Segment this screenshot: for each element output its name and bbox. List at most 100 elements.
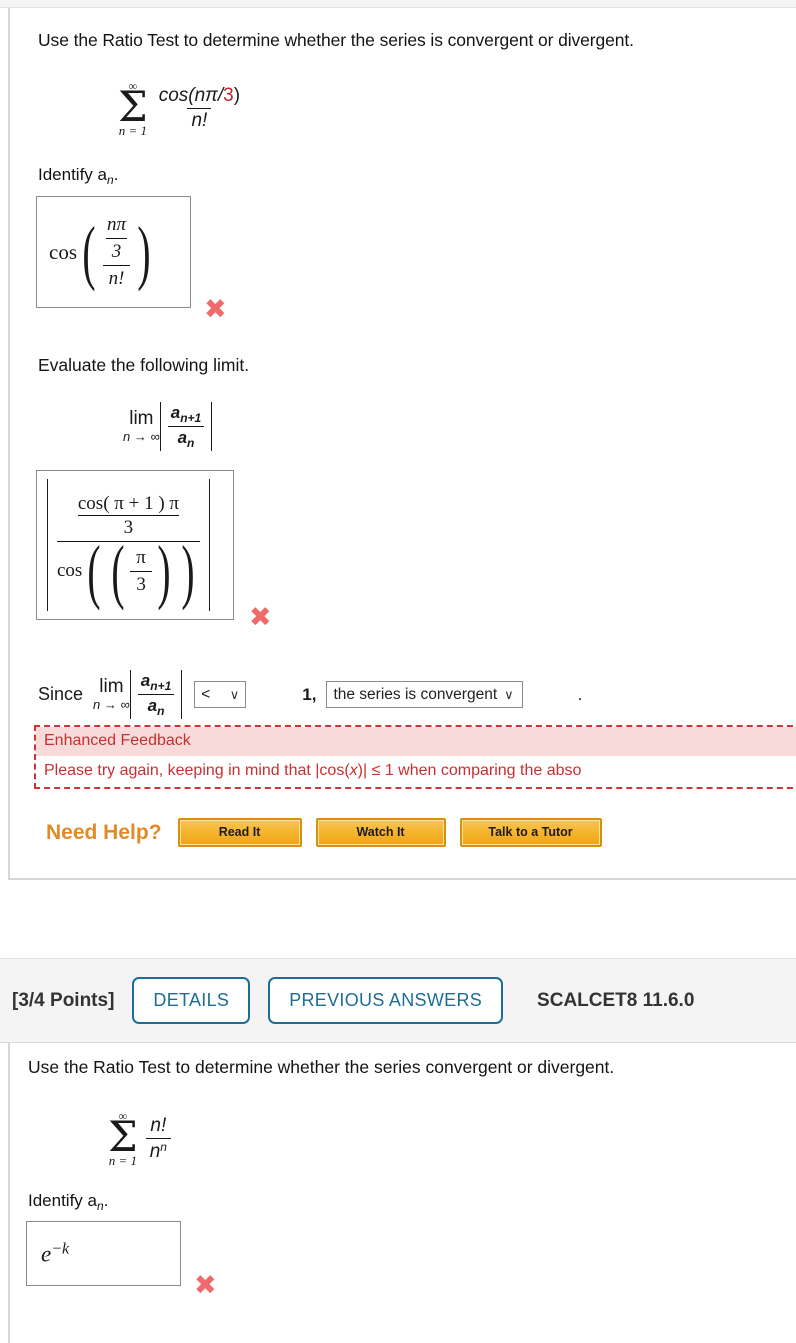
feedback-text-2: )| ≤ 1 when comparing the abso	[357, 762, 582, 779]
conclusion-select[interactable]: the series is convergent ∨	[326, 681, 523, 708]
answer-input-2[interactable]: cos( π + 1 ) π 3 cos ( ( π 3 ) )	[36, 470, 234, 620]
lim-word: lim	[129, 408, 154, 430]
sigma-notation: ∞ Σ n = 1	[118, 80, 148, 137]
ratio-denominator-2: an	[145, 695, 168, 719]
lim-word-2: lim	[99, 676, 124, 698]
feedback-variable: x	[349, 762, 358, 779]
question-panel-1: Use the Ratio Test to determine whether …	[8, 8, 796, 880]
details-button[interactable]: DETAILS	[132, 977, 251, 1024]
answer-1-inner-numerator: nπ	[101, 212, 132, 238]
one-label: 1,	[302, 684, 317, 704]
evaluate-limit-label: Evaluate the following limit.	[38, 355, 250, 375]
cos-function-label: cos	[49, 239, 77, 264]
incorrect-icon-2: ✖	[249, 602, 272, 633]
previous-answers-button[interactable]: PREVIOUS ANSWERS	[268, 977, 504, 1024]
limit-operator-2: lim n → ∞	[93, 677, 130, 712]
need-help-row: Need Help? Read It Watch It Talk to a Tu…	[46, 818, 616, 847]
series-denominator: n!	[187, 108, 212, 132]
answer-2-inner-num: π	[136, 546, 146, 568]
den-exponent: n	[160, 1139, 167, 1154]
answer-input-1[interactable]: cos ( nπ 3 n! )	[36, 196, 191, 308]
limit-expression-2: lim n → ∞ an+1 an	[93, 670, 183, 719]
absolute-value-bars: an+1 an	[159, 402, 213, 451]
conclusion-row: Since lim n → ∞ an+1 an < ∨ 1, the serie…	[38, 670, 582, 719]
answer-2-abs-bars: cos( π + 1 ) π 3 cos ( ( π 3 ) )	[47, 479, 210, 611]
limit-expression-1: lim n → ∞ an+1 an	[123, 402, 213, 451]
identify-text: Identify a	[38, 165, 107, 184]
need-help-label: Need Help?	[46, 820, 162, 844]
question-reference: SCALCET8 11.6.0	[537, 989, 695, 1011]
lim-subscript-2: n → ∞	[93, 697, 130, 713]
feedback-body: Please try again, keeping in mind that |…	[36, 756, 796, 787]
identify-label-1: Identify an.	[38, 165, 118, 187]
identify-subscript-2: n	[97, 1199, 104, 1213]
ratio-denominator: an	[175, 427, 198, 451]
ratio-fraction: an+1 an	[167, 402, 205, 451]
question-header-2: [3/4 Points] DETAILS PREVIOUS ANSWERS SC…	[0, 958, 796, 1043]
identify-period: .	[113, 165, 119, 184]
read-it-button[interactable]: Read It	[177, 818, 302, 847]
answer-1-fraction: nπ 3 n!	[101, 212, 132, 292]
answer-3-exponent: −k	[51, 1240, 70, 1257]
numerator-text: cos(nπ/	[158, 85, 224, 107]
chevron-down-icon-2: ∨	[504, 686, 514, 702]
a-sub-den: n	[187, 436, 195, 450]
den-base: n	[149, 1140, 161, 1162]
incorrect-icon-1: ✖	[204, 294, 227, 325]
comparison-select[interactable]: < ∨	[194, 681, 247, 708]
series-denominator-2: nn	[145, 1137, 171, 1163]
answer-3-base: e	[41, 1241, 52, 1266]
question-prompt-2: Use the Ratio Test to determine whether …	[28, 1057, 615, 1077]
identify-label-2: Identify an.	[28, 1191, 108, 1213]
series-numerator-2: n!	[150, 1114, 167, 1136]
feedback-text-1: Please try again, keeping in mind that |…	[44, 762, 350, 779]
sigma-lower-limit: n = 1	[118, 123, 147, 139]
a-var-num-2: a	[140, 671, 151, 690]
limit-operator: lim n → ∞	[123, 409, 160, 444]
series-expression-2: ∞ Σ n = 1 n! nn	[108, 1110, 171, 1167]
sigma-lower-limit-2: n = 1	[108, 1153, 137, 1169]
comparison-select-value: <	[201, 685, 211, 703]
since-label: Since	[38, 684, 84, 704]
answer-3-expression: e−k	[41, 1240, 69, 1267]
cos-arg-top: ( π + 1 ) π	[103, 492, 179, 514]
series-term-2: n! nn	[145, 1114, 171, 1163]
series-term: cos(nπ/3) n!	[155, 85, 244, 132]
a-sub-den-2: n	[157, 704, 165, 718]
ratio-numerator: an+1	[167, 402, 205, 427]
cos-label-top: cos	[77, 492, 104, 514]
points-badge: [3/4 Points]	[12, 989, 115, 1011]
sigma-notation-2: ∞ Σ n = 1	[108, 1110, 138, 1167]
answer-1-inner-mid: 3	[105, 238, 128, 265]
feedback-title: Enhanced Feedback	[36, 727, 796, 756]
series-expression-1: ∞ Σ n = 1 cos(nπ/3) n!	[118, 80, 244, 137]
watch-it-button[interactable]: Watch It	[315, 818, 446, 847]
sigma-glyph-2: Σ	[108, 1112, 138, 1161]
talk-to-a-tutor-button[interactable]: Talk to a Tutor	[459, 818, 602, 847]
ratio-numerator-2: an+1	[137, 670, 175, 695]
identify-period-2: .	[103, 1191, 109, 1210]
cos-label-bottom: cos	[57, 560, 83, 581]
absolute-value-bars-2: an+1 an	[129, 670, 183, 719]
identify-text-2: Identify a	[28, 1191, 97, 1210]
question-prompt-1: Use the Ratio Test to determine whether …	[38, 30, 634, 50]
answer-2-inner-fraction: π 3	[130, 545, 152, 598]
question-panel-2	[8, 1043, 796, 1343]
answer-input-3[interactable]: e−k	[26, 1221, 181, 1286]
answer-2-inner-den: 3	[130, 570, 152, 598]
sigma-glyph: Σ	[118, 82, 148, 131]
a-sub-num: n+1	[180, 411, 202, 425]
ratio-fraction-2: an+1 an	[137, 670, 175, 719]
trailing-period: .	[577, 684, 583, 704]
lim-subscript: n → ∞	[123, 429, 160, 445]
answer-1-inner-denominator: n!	[102, 265, 131, 292]
answer-2-top-numerator: cos( π + 1 ) π	[78, 493, 179, 515]
answer-1-expression: cos ( nπ 3 n! )	[49, 212, 151, 292]
a-sub-num-2: n+1	[150, 679, 172, 693]
a-var-num: a	[170, 403, 181, 422]
answer-2-expression: cos( π + 1 ) π 3 cos ( ( π 3 ) )	[57, 493, 200, 607]
conclusion-select-value: the series is convergent	[333, 685, 498, 703]
enhanced-feedback-box: Enhanced Feedback Please try again, keep…	[34, 725, 796, 789]
top-strip	[0, 0, 796, 8]
incorrect-icon-3: ✖	[194, 1270, 217, 1301]
